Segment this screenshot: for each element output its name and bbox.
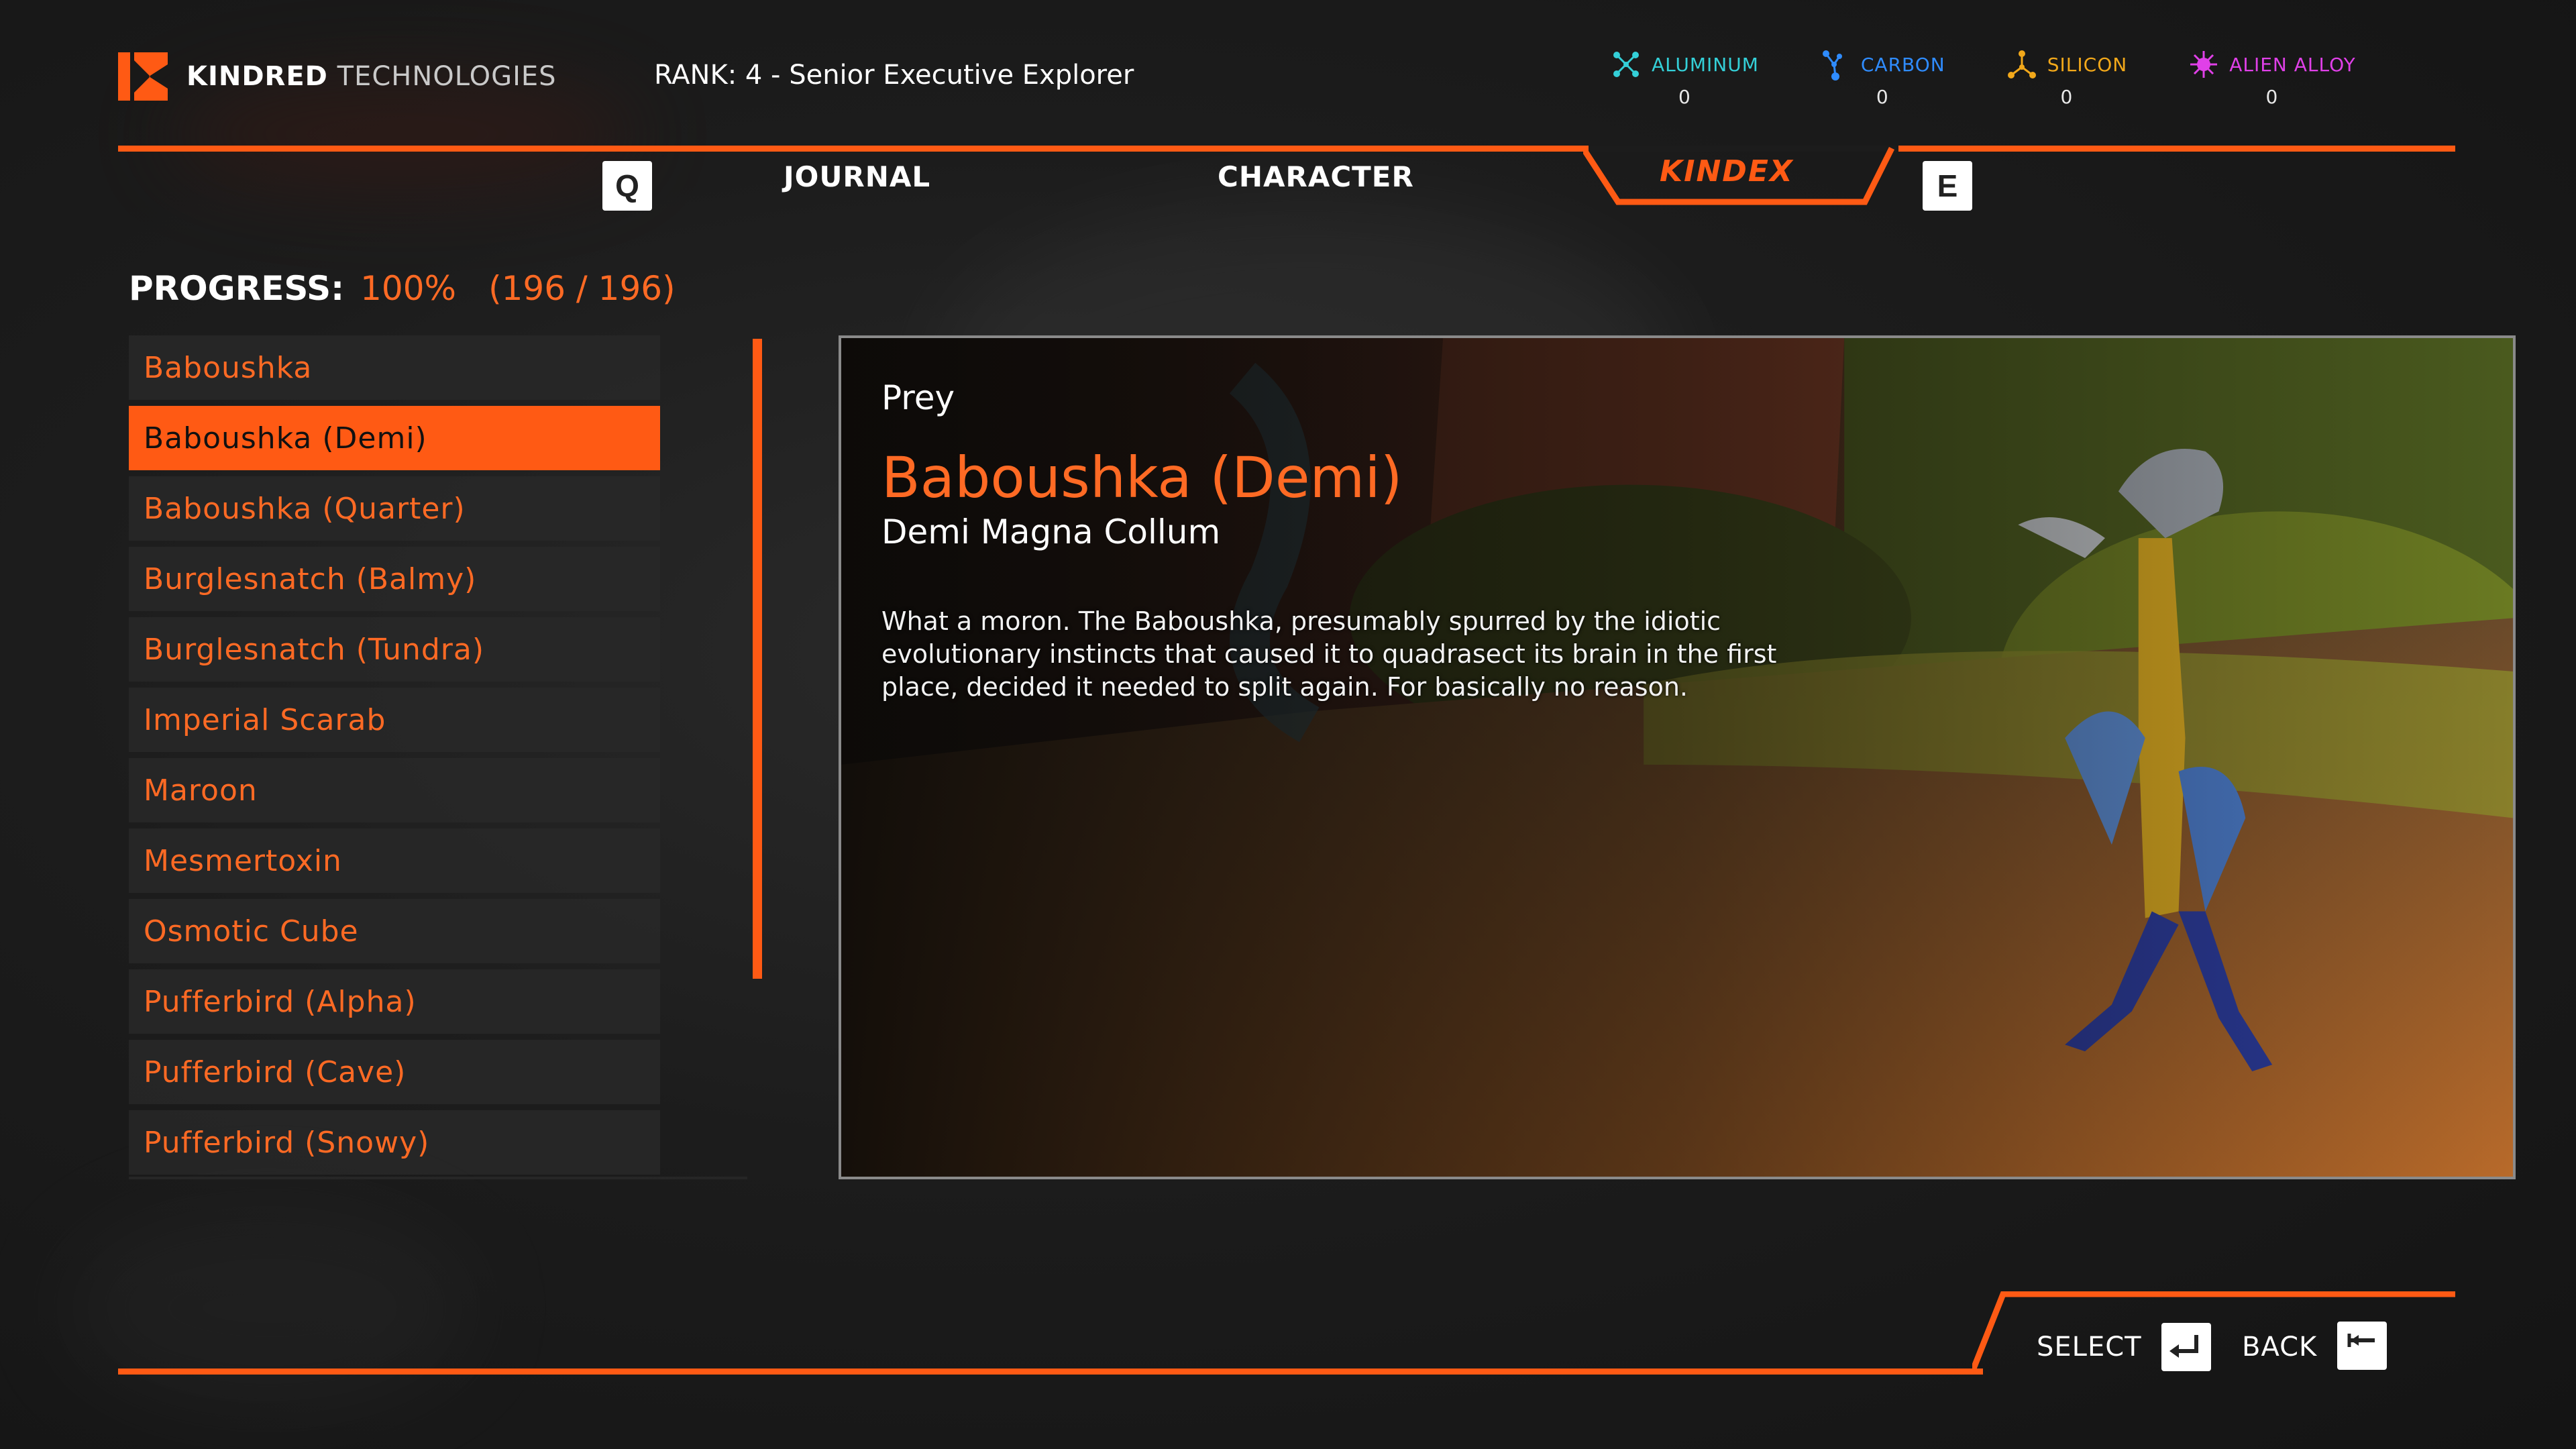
list-item-selected[interactable]: Baboushka (Demi) [129, 406, 660, 470]
resource-bar: ALUMINUM 0 CARBON 0 SILICON 0 ALIEN ALLO… [1610, 48, 2416, 108]
enter-key-icon [2169, 1335, 2198, 1358]
silicon-molecule-icon [2007, 50, 2036, 78]
bottom-divider [118, 1368, 1983, 1375]
creature-type: Prey [881, 378, 955, 417]
select-enter-key[interactable] [2161, 1323, 2211, 1371]
brand-name-secondary: TECHNOLOGIES [337, 61, 557, 92]
resource-value: 0 [2265, 86, 2278, 108]
list-scrollbar[interactable] [753, 339, 762, 979]
creature-info: Prey Baboushka (Demi) Demi Magna Collum … [881, 376, 1821, 704]
list-item[interactable]: Pufferbird (Snowy) [129, 1110, 660, 1175]
brand-name: KINDRED TECHNOLOGIES [186, 58, 557, 95]
kindex-progress: PROGRESS: 100% (196 / 196) [129, 266, 676, 311]
resource-alien-alloy: ALIEN ALLOY 0 [2188, 48, 2356, 108]
top-divider [118, 146, 2455, 152]
list-item[interactable]: Baboushka (Quarter) [129, 476, 660, 541]
list-item[interactable]: Burglesnatch (Balmy) [129, 547, 660, 611]
tab-kindex[interactable]: KINDEX [1660, 153, 1794, 191]
resource-aluminum: ALUMINUM 0 [1610, 48, 1759, 108]
list-bottom-divider [129, 1177, 747, 1179]
list-item[interactable]: Burglesnatch (Tundra) [129, 617, 660, 682]
list-item[interactable]: Pufferbird (Cave) [129, 1040, 660, 1104]
creature-description: What a moron. The Baboushka, presumably … [881, 606, 1777, 702]
creature-list: Baboushka Baboushka (Demi) Baboushka (Qu… [129, 335, 660, 1181]
select-hint-label: SELECT [2037, 1332, 2142, 1362]
tab-character[interactable]: CHARACTER [1218, 158, 1414, 196]
list-item[interactable]: Maroon [129, 758, 660, 822]
resource-silicon: SILICON 0 [2006, 48, 2127, 108]
rank-value: 4 - Senior Executive Explorer [745, 60, 1134, 91]
player-rank: RANK: 4 - Senior Executive Explorer [654, 56, 1134, 94]
list-item[interactable]: Mesmertoxin [129, 828, 660, 893]
resource-name: ALIEN ALLOY [2229, 53, 2356, 76]
alien-alloy-icon [2190, 51, 2218, 78]
aluminum-molecule-icon [1613, 52, 1639, 77]
progress-label: PROGRESS: [129, 269, 345, 308]
tab-journal[interactable]: JOURNAL [784, 158, 930, 196]
brand-name-primary: KINDRED [186, 61, 328, 92]
resource-value: 0 [1678, 86, 1690, 108]
back-key[interactable] [2337, 1322, 2387, 1370]
list-item[interactable]: Osmotic Cube [129, 899, 660, 963]
backspace-key-icon [2347, 1334, 2375, 1347]
prev-tab-key-q[interactable]: Q [602, 161, 652, 211]
list-item[interactable]: Pufferbird (Alpha) [129, 969, 660, 1034]
background-blur [168, 80, 637, 188]
rank-label: RANK: [654, 60, 737, 91]
list-item[interactable]: Baboushka [129, 335, 660, 400]
background-blur [67, 1208, 470, 1409]
resource-name: CARBON [1860, 53, 1945, 76]
resource-name: ALUMINUM [1652, 53, 1759, 76]
progress-percent: 100% [360, 269, 457, 308]
creature-detail-panel: Prey Baboushka (Demi) Demi Magna Collum … [839, 335, 2516, 1179]
next-tab-key-e[interactable]: E [1923, 161, 1972, 211]
carbon-molecule-icon [1822, 50, 1842, 80]
kindred-logo-icon [118, 52, 168, 101]
creature-scientific-name: Demi Magna Collum [881, 513, 1221, 551]
progress-count: (196 / 196) [488, 269, 676, 308]
resource-carbon: CARBON 0 [1819, 48, 1945, 108]
resource-value: 0 [2060, 86, 2073, 108]
resource-value: 0 [1876, 86, 1888, 108]
list-item[interactable]: Imperial Scarab [129, 688, 660, 752]
creature-name: Baboushka (Demi) [881, 445, 1403, 511]
resource-name: SILICON [2047, 53, 2128, 76]
back-hint-label: BACK [2242, 1332, 2318, 1362]
